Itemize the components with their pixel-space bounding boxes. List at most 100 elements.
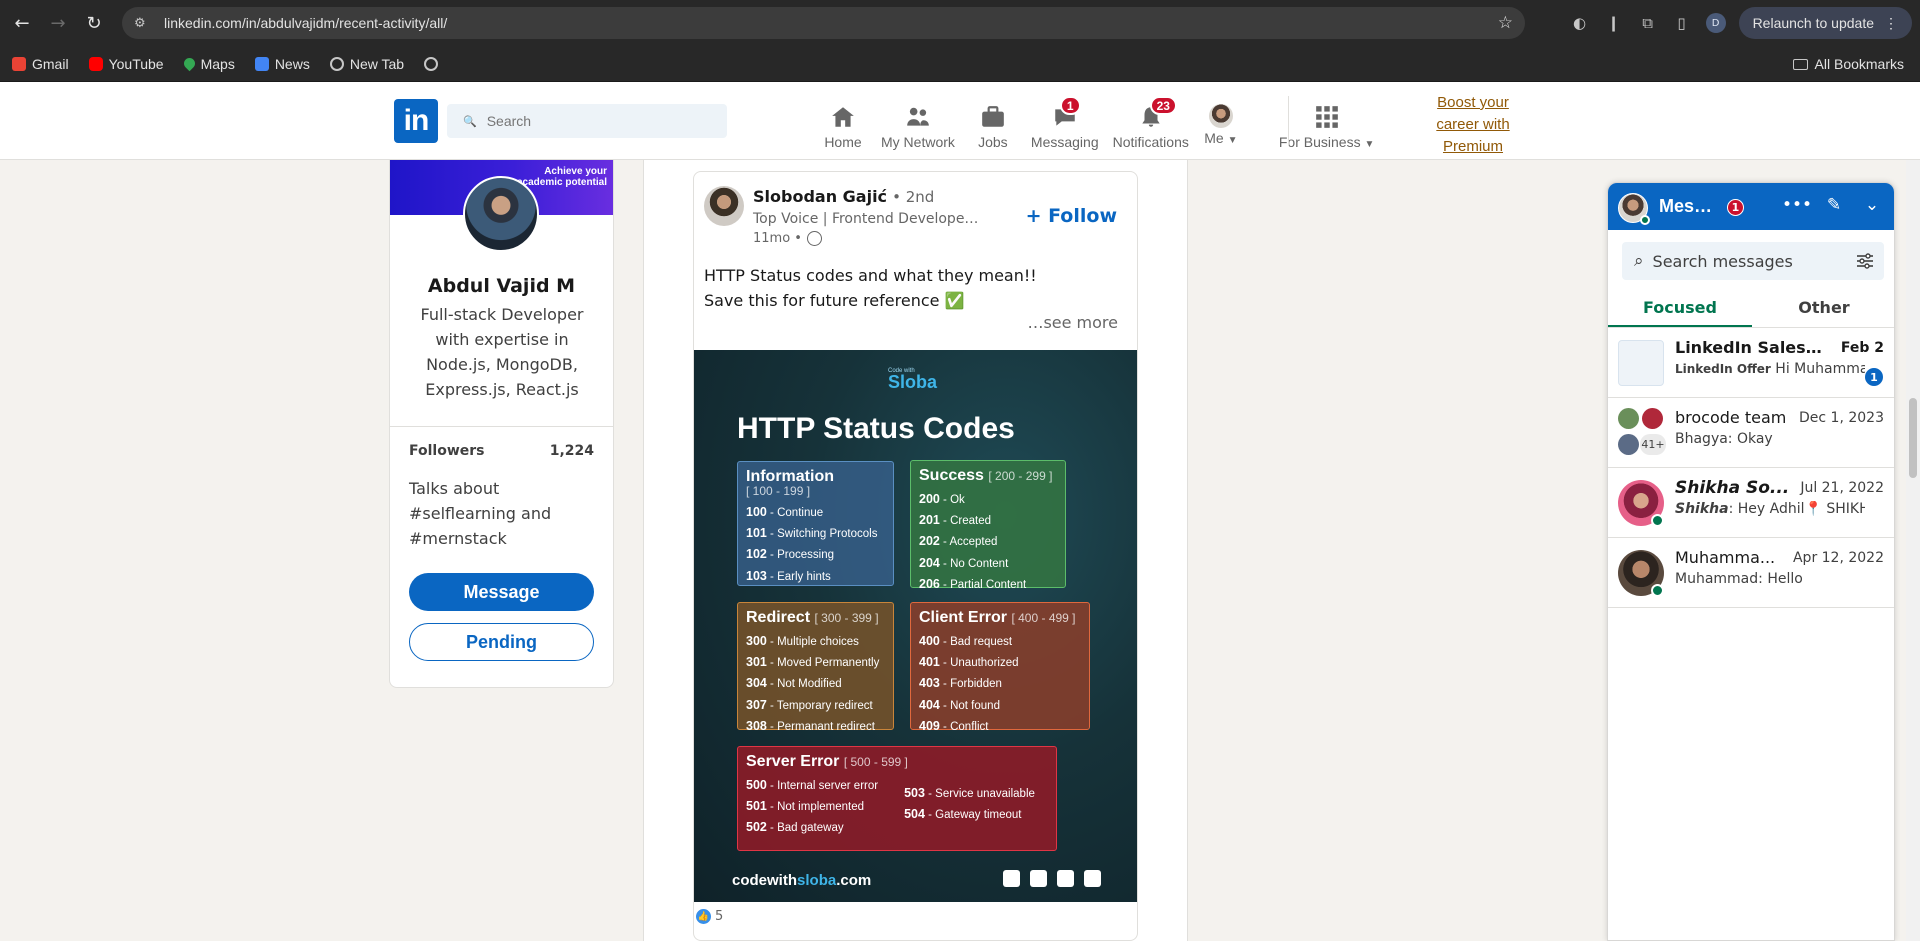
post-image[interactable]: Code with Sloba HTTP Status Codes Inform… — [694, 350, 1137, 902]
chevron-down-icon[interactable]: ⌄ — [1860, 195, 1884, 215]
banner-line: academic potential — [516, 177, 607, 188]
footer-part: .com — [836, 872, 872, 889]
reload-button[interactable]: ↻ — [78, 7, 110, 39]
compose-icon[interactable]: ✎ — [1822, 195, 1846, 215]
forward-button[interactable]: → — [42, 7, 74, 39]
extensions-puzzle-icon[interactable]: ⧉ — [1631, 7, 1665, 39]
grid-icon — [1315, 106, 1338, 128]
divider — [390, 426, 613, 427]
code-item: 401 - Unauthorized — [919, 655, 1019, 670]
nav-me[interactable]: Me ▼ — [1196, 94, 1246, 150]
author-avatar[interactable] — [704, 186, 744, 226]
conversation-item[interactable]: Muhamma... Apr 12, 2022 Muhammad: Hello — [1608, 538, 1894, 608]
code-list: 200 - Ok 201 - Created 202 - Accepted 20… — [919, 489, 1057, 595]
conversation-item[interactable]: LinkedIn Sales S... Feb 2 LinkedIn Offer… — [1608, 328, 1894, 398]
page-scrollbar[interactable] — [1906, 160, 1920, 941]
redirect-box: Redirect [ 300 - 399 ] 300 - Multiple ch… — [737, 602, 894, 733]
messaging-title: Mes… — [1659, 196, 1713, 216]
banner-text: Achieve your academic potential — [517, 166, 607, 188]
global-search[interactable]: 🔍 — [447, 104, 727, 138]
code-desc: Not Modified — [777, 678, 842, 691]
bookmark-news[interactable]: News — [254, 56, 310, 72]
conversation-item[interactable]: 41+ brocode team Dec 1, 2023 Bhagya: Oka… — [1608, 398, 1894, 468]
connection-degree: • 2nd — [892, 188, 935, 206]
talks-about: Talks about #selflearning and #mernstack — [409, 479, 552, 548]
message-button[interactable]: Message — [409, 573, 594, 611]
more-menu-icon: ⋮ — [1884, 14, 1898, 31]
avatar-icon — [1208, 104, 1233, 128]
filter-icon[interactable] — [1856, 252, 1874, 270]
profile-avatar[interactable] — [463, 176, 539, 252]
code: 304 — [746, 676, 767, 691]
code: 503 — [904, 786, 925, 800]
code-desc: Early hints — [777, 570, 831, 583]
nav-messaging[interactable]: 1 Messaging — [1024, 94, 1106, 150]
address-bar[interactable]: ⚙ linkedin.com/in/abdulvajidm/recent-act… — [122, 7, 1525, 39]
tab-other[interactable]: Other — [1752, 288, 1894, 327]
conversation-name: LinkedIn Sales S... — [1675, 338, 1825, 357]
code: 307 — [746, 697, 767, 712]
profile-name[interactable]: Abdul Vajid M — [390, 275, 613, 297]
side-panel-icon[interactable]: ▯ — [1665, 7, 1699, 39]
site-info-icon[interactable]: ⚙ — [134, 16, 154, 31]
box-title-text: Success — [919, 467, 984, 484]
post-time-text: 11mo • — [753, 231, 802, 246]
linkedin-header: in 🔍 Home My Network Jobs 1 Messaging 23… — [0, 82, 1920, 160]
post-text-line: HTTP Status codes and what they mean!! — [704, 266, 1037, 285]
premium-upsell-link[interactable]: Boost your career with Premium — [1425, 92, 1521, 158]
globe-icon — [329, 56, 344, 71]
bookmark-youtube[interactable]: YouTube — [88, 56, 164, 72]
premium-line: Premium — [1442, 138, 1503, 155]
code-item: 307 - Temporary redirect — [746, 697, 873, 712]
bookmark-new-tab[interactable]: New Tab — [329, 55, 405, 72]
search-input[interactable] — [486, 113, 707, 129]
conversation-item[interactable]: Shikha So... Jul 21, 2022 Shikha: Hey Ad… — [1608, 468, 1894, 538]
see-more-link[interactable]: …see more — [1027, 313, 1118, 332]
nav-notifications[interactable]: 23 Notifications — [1106, 94, 1196, 150]
back-button[interactable]: ← — [6, 7, 38, 39]
client-error-box: Client Error [ 400 - 499 ] 400 - Bad req… — [910, 602, 1090, 733]
activity-feed: Slobodan Gajić • 2nd Top Voice | Fronten… — [643, 160, 1188, 941]
relaunch-button[interactable]: Relaunch to update ⋮ — [1738, 7, 1912, 39]
more-options-icon[interactable]: ••• — [1782, 195, 1812, 215]
follow-button[interactable]: + Follow — [1026, 205, 1117, 227]
messaging-header[interactable]: Mes… 1 ••• ✎ ⌄ — [1608, 183, 1894, 230]
url-text: linkedin.com/in/abdulvajidm/recent-activ… — [164, 15, 448, 31]
all-bookmarks-button[interactable]: All Bookmarks — [1792, 46, 1904, 82]
code-desc: Ok — [950, 494, 965, 506]
nav-label: For Business — [1278, 134, 1361, 150]
network-icon — [907, 107, 929, 126]
code-desc: Switching Protocols — [777, 528, 878, 541]
code-desc: Not implemented — [777, 801, 865, 814]
bookmark-gmail[interactable]: Gmail — [12, 56, 69, 72]
author-line: Slobodan Gajić • 2nd — [753, 187, 934, 206]
author-name[interactable]: Slobodan Gajić — [753, 187, 887, 206]
linkedin-logo[interactable]: in — [394, 99, 438, 143]
bookmark-star-icon[interactable]: ☆ — [1498, 13, 1513, 33]
nav-my-network[interactable]: My Network — [874, 94, 962, 150]
followers-count: 1,224 — [549, 443, 594, 459]
code-item: 100 - Continue — [746, 505, 824, 519]
extension-icon[interactable]: ◐ — [1563, 7, 1597, 39]
messages-search[interactable]: ⌕ Search messages — [1622, 242, 1884, 280]
code-desc: Bad request — [950, 636, 1013, 648]
tab-focused[interactable]: Focused — [1608, 288, 1752, 327]
conversation-name: Muhamma... — [1675, 548, 1776, 567]
box-title: Information — [746, 468, 834, 485]
reaction-summary[interactable]: 👍 5 — [694, 909, 723, 924]
nav-home[interactable]: Home — [812, 94, 874, 150]
feed-post: Slobodan Gajić • 2nd Top Voice | Fronten… — [693, 171, 1138, 941]
scrollbar-thumb[interactable] — [1909, 398, 1917, 478]
nav-jobs[interactable]: Jobs — [962, 94, 1024, 150]
unread-badge: 1 — [1865, 368, 1883, 386]
code-list: 500 - Internal server error 501 - Not im… — [746, 775, 878, 839]
conversation-preview: Shikha: Hey Adhil📍 SHIKHA this side I'm… — [1675, 501, 1865, 518]
info-box: Information [ 100 - 199 ] 100 - Continue… — [737, 461, 894, 586]
browser-profile-avatar[interactable]: D — [1705, 13, 1726, 33]
bookmark-maps[interactable]: Maps — [181, 56, 235, 72]
bookmark-globe[interactable] — [424, 56, 439, 71]
code: 201 — [919, 513, 940, 528]
bookmark-label: New Tab — [349, 55, 405, 72]
pending-button[interactable]: Pending — [409, 623, 594, 661]
extension-2-icon[interactable]: ❙ — [1597, 7, 1631, 39]
